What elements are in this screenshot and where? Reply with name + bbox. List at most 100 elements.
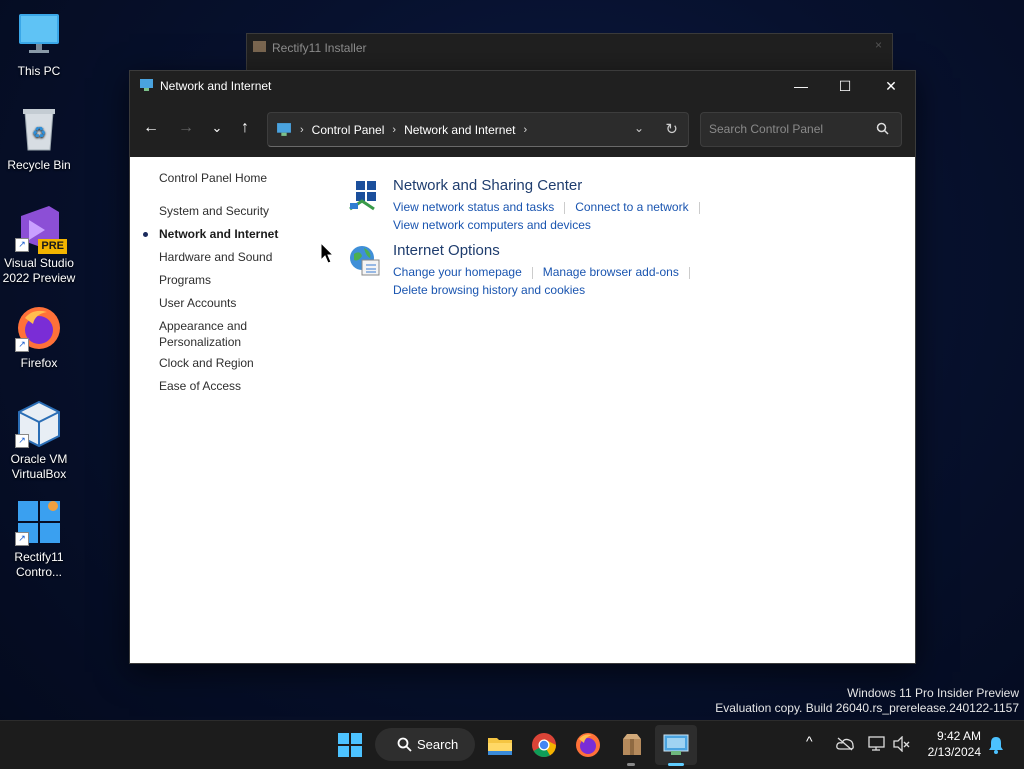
up-arrow-icon[interactable]: ↑: [232, 115, 258, 141]
internet-options-icon[interactable]: [348, 244, 382, 278]
forward-arrow-icon[interactable]: →: [173, 115, 199, 141]
control-panel-icon: [277, 123, 291, 136]
category-title[interactable]: Network and Sharing Center: [393, 177, 582, 194]
desktop-icon-label: Firefox: [20, 356, 58, 370]
search-input[interactable]: [701, 113, 869, 144]
breadcrumb-separator-icon: ›: [392, 123, 397, 136]
link-view-network-computers[interactable]: View network computers and devices: [393, 218, 591, 232]
sidebar-item-label: Appearance and: [159, 319, 248, 333]
address-dropdown-icon[interactable]: ⌄: [634, 121, 644, 135]
control-panel-icon[interactable]: [662, 731, 690, 759]
content-area: Control Panel Home System and Security N…: [130, 157, 915, 663]
desktop-icon-label: 2022 Preview: [2, 271, 76, 285]
link-connect-to-network[interactable]: Connect to a network: [575, 200, 688, 214]
sidebar-item-label: Personalization: [159, 335, 242, 349]
sidebar-item-programs[interactable]: Programs: [159, 272, 211, 288]
shortcut-arrow-icon: ↗: [15, 338, 29, 352]
maximize-button[interactable]: ☐: [822, 71, 868, 101]
breadcrumb-separator-icon[interactable]: ›: [523, 124, 527, 136]
desktop-icon-visual-studio[interactable]: PRE ↗ Visual Studio 2022 Preview: [0, 204, 78, 286]
sidebar-item-user-accounts[interactable]: User Accounts: [159, 295, 236, 311]
desktop-icon-label: This PC: [17, 64, 61, 78]
notification-bell-icon[interactable]: [988, 736, 1004, 754]
control-panel-window: Network and Internet — ☐ ✕ ← → ⌄ ↑ › Con…: [129, 70, 916, 664]
desktop-icon-label: Contro...: [15, 565, 63, 579]
visual-studio-icon: PRE ↗: [15, 204, 67, 254]
network-sharing-center-icon[interactable]: [348, 179, 382, 213]
rectify11-icon: ↗: [15, 498, 63, 546]
link-divider: [531, 266, 533, 279]
search-icon: [397, 737, 412, 752]
close-button[interactable]: ✕: [868, 71, 914, 101]
active-indicator: [668, 763, 684, 766]
onedrive-offline-icon[interactable]: [836, 737, 854, 751]
link-manage-add-ons[interactable]: Manage browser add-ons: [543, 265, 679, 279]
link-divider: [564, 201, 566, 214]
desktop-icon-label: Oracle VM: [10, 452, 68, 466]
sidebar-item-label: Network and Internet: [159, 227, 279, 241]
start-windows-icon[interactable]: [336, 731, 364, 759]
rectify11-installer-window[interactable]: Rectify11 Installer ×: [246, 33, 893, 75]
sidebar-item-system-and-security[interactable]: System and Security: [159, 203, 269, 219]
network-display-icon[interactable]: [868, 736, 886, 752]
breadcrumb-control-panel[interactable]: Control Panel: [312, 123, 385, 137]
package-icon: [253, 41, 266, 52]
installer-title: Rectify11 Installer: [272, 41, 367, 55]
link-divider: [698, 201, 700, 214]
desktop-icon-firefox[interactable]: ↗ Firefox: [0, 304, 78, 371]
virtualbox-icon: ↗: [15, 400, 63, 448]
navigation-bar: ← → ⌄ ↑ › Control Panel › Network and In…: [130, 101, 915, 157]
title-bar[interactable]: Network and Internet — ☐ ✕: [130, 71, 915, 101]
window-title: Network and Internet: [160, 79, 272, 93]
desktop-icon-label: VirtualBox: [11, 467, 67, 481]
category-links: Change your homepage Manage browser add-o…: [393, 263, 700, 299]
control-panel-icon: [140, 79, 153, 91]
search-icon[interactable]: [876, 122, 889, 135]
watermark-line: Evaluation copy. Build 26040.rs_prerelea…: [715, 701, 1019, 715]
sidebar-item-ease-of-access[interactable]: Ease of Access: [159, 378, 241, 394]
preview-badge: PRE: [38, 239, 67, 254]
tray-overflow-chevron-icon[interactable]: ^: [806, 733, 813, 749]
volume-muted-icon[interactable]: [893, 736, 911, 752]
back-arrow-icon[interactable]: ←: [138, 115, 164, 141]
active-bullet-icon: [143, 232, 148, 237]
clock-date: 2/13/2024: [927, 745, 981, 759]
breadcrumb-network-and-internet[interactable]: Network and Internet: [404, 123, 515, 137]
desktop-icon-this-pc[interactable]: This PC: [0, 12, 78, 79]
link-view-network-status[interactable]: View network status and tasks: [393, 200, 554, 214]
refresh-icon[interactable]: ↻: [665, 120, 678, 138]
installer-package-icon[interactable]: [618, 731, 646, 759]
taskbar-search-label: Search: [417, 737, 459, 752]
sidebar-item-appearance-and-personalization[interactable]: Appearance and Personalization: [159, 318, 247, 350]
sidebar-item-control-panel-home[interactable]: Control Panel Home: [159, 170, 267, 186]
category-links: View network status and tasks Connect to …: [393, 198, 710, 234]
taskbar-clock[interactable]: 9:42 AM 2/13/2024: [928, 728, 981, 760]
monitor-icon: [15, 12, 63, 60]
installer-close-button[interactable]: ×: [875, 38, 882, 52]
svg-text:♻: ♻: [32, 123, 46, 142]
desktop-icon-rectify11[interactable]: ↗ Rectify11 Contro...: [0, 498, 78, 580]
sidebar-item-network-and-internet[interactable]: Network and Internet: [143, 226, 279, 242]
running-indicator: [627, 763, 635, 766]
firefox-icon[interactable]: [574, 731, 602, 759]
sidebar-item-clock-and-region[interactable]: Clock and Region: [159, 355, 254, 371]
address-bar[interactable]: › Control Panel › Network and Internet ›…: [267, 112, 689, 147]
chrome-icon[interactable]: [530, 731, 558, 759]
link-delete-browsing-history[interactable]: Delete browsing history and cookies: [393, 283, 585, 297]
search-box[interactable]: [700, 112, 902, 147]
recent-locations-chevron-icon[interactable]: ⌄: [204, 115, 230, 141]
breadcrumb-separator-icon: ›: [300, 123, 304, 136]
evaluation-watermark: Windows 11 Pro Insider Preview Evaluatio…: [715, 686, 1019, 716]
desktop-icon-recycle-bin[interactable]: ♻ Recycle Bin: [0, 106, 78, 173]
clock-time: 9:42 AM: [936, 729, 981, 743]
minimize-button[interactable]: —: [778, 71, 824, 101]
desktop-icon-virtualbox[interactable]: ↗ Oracle VM VirtualBox: [0, 400, 78, 482]
category-title[interactable]: Internet Options: [393, 242, 500, 259]
sidebar-item-hardware-and-sound[interactable]: Hardware and Sound: [159, 249, 272, 265]
desktop-icon-label: Visual Studio: [4, 256, 74, 270]
taskbar-search-button[interactable]: Search: [375, 728, 475, 761]
firefox-icon: ↗: [15, 304, 63, 352]
link-change-homepage[interactable]: Change your homepage: [393, 265, 522, 279]
desktop-icon-label: Rectify11: [14, 550, 64, 564]
file-explorer-icon[interactable]: [486, 731, 514, 759]
